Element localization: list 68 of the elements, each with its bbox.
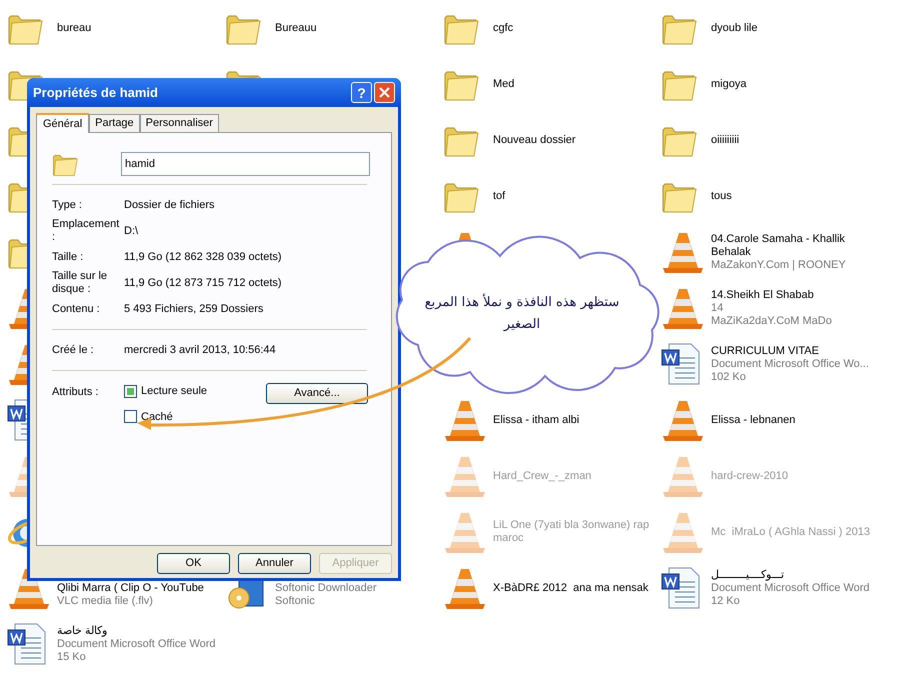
file-name[interactable]: تـــوكــــيـــــــــل: [711, 568, 870, 582]
property-label: Créé le :: [52, 344, 95, 356]
file-name[interactable]: Nouveau dossier: [493, 134, 576, 146]
help-button[interactable]: ?: [351, 82, 372, 103]
tab[interactable]: Partage: [89, 114, 140, 132]
file-detail: 15 Ko: [57, 650, 87, 664]
property-label: Attributs :: [52, 385, 100, 400]
window-title: Propriétés de hamid: [33, 84, 158, 102]
property-value: mercredi 3 avril 2013, 10:56:44: [124, 342, 276, 358]
word-document-icon[interactable]: [661, 566, 701, 610]
traffic-cone-icon[interactable]: [661, 398, 705, 442]
file-name[interactable]: 04.Carole Samaha - Khallik Behalak: [711, 232, 871, 258]
file-name[interactable]: Elissa - lebnanen: [711, 414, 796, 426]
property-value: 11,9 Go (12 862 328 039 octets): [124, 250, 282, 265]
file-name[interactable]: X-BàDR£ 2012 ana ma nensak: [493, 582, 648, 594]
file-detail: Document Microsoft Office Word: [57, 638, 216, 650]
traffic-cone-icon[interactable]: [443, 398, 487, 442]
file-name[interactable]: tous: [711, 190, 732, 202]
file-name[interactable]: 14.Sheikh El Shabab: [711, 288, 832, 302]
checkbox[interactable]: [124, 384, 137, 398]
file-detail: MaZiKa2daY.CoM MaDo: [711, 314, 832, 328]
property-label: Taille :: [52, 250, 84, 264]
name-field[interactable]: hamid: [121, 152, 370, 176]
checkbox-label: Caché: [141, 410, 173, 424]
dialog-button[interactable]: Annuler: [238, 553, 311, 574]
file-detail: MaZakonY.Com | ROONEY: [711, 258, 847, 272]
file-detail: 102 Ko: [711, 370, 747, 384]
file-name[interactable]: tof: [493, 190, 506, 202]
file-name[interactable]: Elissa - itham albi: [493, 414, 580, 426]
file-name[interactable]: migoya: [711, 78, 746, 90]
file-name[interactable]: cgfc: [493, 22, 514, 34]
property-value: 11,9 Go (12 873 715 712 octets): [124, 276, 282, 291]
file-name[interactable]: oiiiiiiiii: [711, 134, 740, 146]
file-detail: Softonic: [275, 594, 316, 608]
file-name[interactable]: CURRICULUM VITAE: [711, 344, 869, 358]
file-detail: Document Microsoft Office Wo...: [711, 358, 869, 370]
close-icon: [379, 87, 390, 98]
tab[interactable]: Général: [36, 113, 90, 133]
dialog-button[interactable]: OK: [157, 553, 230, 574]
property-label: Taille sur le disque :: [52, 270, 108, 296]
file-detail: VLC media file (.flv): [57, 594, 154, 608]
file-detail: Softonic Downloader: [275, 582, 377, 594]
checkbox[interactable]: [124, 410, 137, 424]
file-name[interactable]: وكالة خاصة: [57, 624, 216, 638]
word-document-icon[interactable]: [661, 342, 701, 386]
file-detail: 14: [711, 302, 724, 314]
tab[interactable]: Personnaliser: [140, 114, 219, 132]
property-label: Type :: [52, 198, 83, 212]
property-value: D:\: [124, 224, 138, 239]
word-document-icon[interactable]: [7, 622, 47, 666]
file-name[interactable]: Med: [493, 78, 514, 90]
traffic-cone-icon[interactable]: [661, 286, 705, 330]
file-detail: Document Microsoft Office Word: [711, 582, 870, 594]
advanced-button[interactable]: Avancé...: [266, 383, 368, 404]
file-name[interactable]: Qlibi Marra ( Clip O - YouTube: [57, 582, 204, 594]
callout-text: ستظهر هذه النافذة و نملأ هذا المربع الصغير: [424, 292, 620, 334]
checkbox-label: Lecture seule: [141, 384, 208, 399]
property-label: Emplacement :: [52, 218, 120, 244]
close-button[interactable]: [374, 82, 395, 103]
property-value: Dossier de fichiers: [124, 198, 214, 213]
file-detail: 12 Ko: [711, 594, 741, 608]
property-value: 5 493 Fichiers, 259 Dossiers: [124, 302, 264, 317]
traffic-cone-icon[interactable]: [661, 230, 705, 274]
file-name[interactable]: bureau: [57, 22, 92, 34]
property-label: Contenu :: [52, 302, 101, 316]
file-name[interactable]: Bureauu: [275, 22, 317, 34]
traffic-cone-icon[interactable]: [443, 566, 487, 610]
file-name[interactable]: dyoub lile: [711, 22, 758, 34]
